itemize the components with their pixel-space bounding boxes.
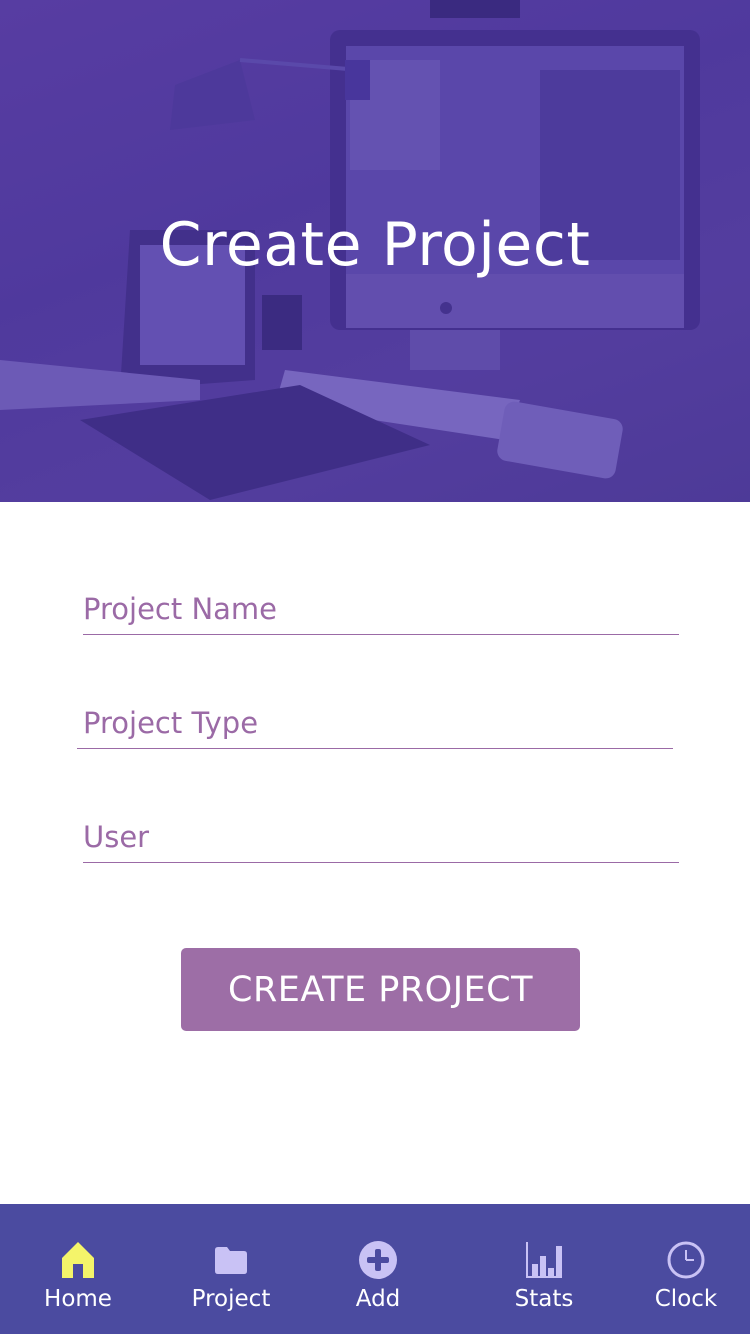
bar-chart-icon — [522, 1238, 566, 1282]
nav-item-clock[interactable]: Clock — [626, 1204, 746, 1334]
nav-label-clock: Clock — [654, 1286, 718, 1312]
folder-icon — [209, 1238, 253, 1282]
user-field — [83, 820, 679, 863]
home-icon — [56, 1238, 100, 1282]
project-name-underline — [83, 634, 679, 635]
nav-item-project[interactable]: Project — [171, 1204, 291, 1334]
plus-circle-icon — [356, 1238, 400, 1282]
project-name-field — [83, 592, 679, 635]
project-type-underline — [77, 748, 673, 749]
nav-label-home: Home — [44, 1286, 112, 1312]
user-input[interactable] — [83, 820, 679, 862]
project-name-input[interactable] — [83, 592, 679, 634]
page-title: Create Project — [159, 210, 591, 280]
nav-label-stats: Stats — [514, 1286, 574, 1312]
user-underline — [83, 862, 679, 863]
create-project-button[interactable]: CREATE PROJECT — [181, 948, 580, 1031]
nav-item-add[interactable]: Add — [318, 1204, 438, 1334]
hero-banner: Create Project — [0, 0, 750, 502]
nav-label-add: Add — [355, 1286, 401, 1312]
bottom-navigation: Home Project Add Stats Clock — [0, 1204, 750, 1334]
nav-item-home[interactable]: Home — [18, 1204, 138, 1334]
nav-label-project: Project — [191, 1286, 271, 1312]
clock-icon — [664, 1238, 708, 1282]
project-type-field — [77, 706, 673, 749]
project-type-input[interactable] — [77, 706, 673, 748]
nav-item-stats[interactable]: Stats — [484, 1204, 604, 1334]
